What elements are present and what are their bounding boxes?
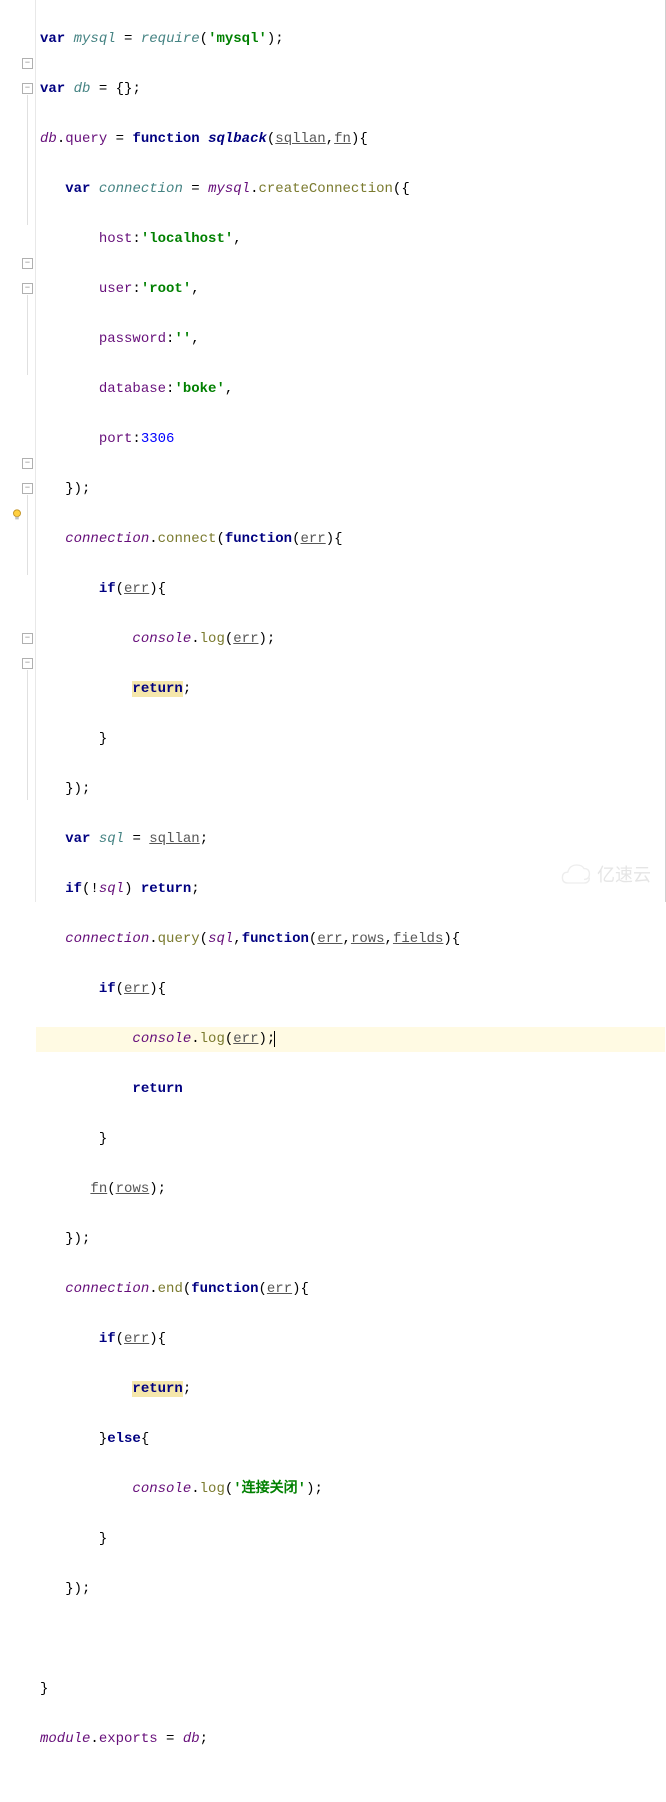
code-line[interactable]: } [36, 1677, 665, 1702]
code-line[interactable]: var mysql = require('mysql'); [36, 27, 665, 52]
code-line[interactable]: password:'', [36, 327, 665, 352]
code-line[interactable]: } [36, 1127, 665, 1152]
code-line[interactable]: var connection = mysql.createConnection(… [36, 177, 665, 202]
fold-toggle-icon[interactable]: − [22, 658, 33, 669]
lightbulb-icon[interactable] [10, 508, 24, 522]
code-line[interactable]: console.log('连接关闭'); [36, 1477, 665, 1502]
cloud-icon [557, 862, 593, 886]
code-line[interactable]: connection.query(sql,function(err,rows,f… [36, 927, 665, 952]
fold-toggle-icon[interactable]: − [22, 58, 33, 69]
code-line[interactable]: if(err){ [36, 977, 665, 1002]
code-line[interactable]: fn(rows); [36, 1177, 665, 1202]
gutter: − − − − − − − − [0, 0, 36, 902]
code-line[interactable]: }); [36, 477, 665, 502]
code-line[interactable]: module.exports = db; [36, 1727, 665, 1752]
code-line[interactable]: console.log(err); [36, 627, 665, 652]
code-line[interactable]: }); [36, 1227, 665, 1252]
code-line[interactable] [36, 1627, 665, 1652]
code-line[interactable]: }); [36, 1577, 665, 1602]
code-line[interactable]: } [36, 727, 665, 752]
code-line[interactable]: host:'localhost', [36, 227, 665, 252]
code-line[interactable]: if(err){ [36, 577, 665, 602]
code-line-active[interactable]: console.log(err); [36, 1027, 665, 1052]
code-line[interactable]: if(err){ [36, 1327, 665, 1352]
fold-toggle-icon[interactable]: − [22, 483, 33, 494]
fold-toggle-icon[interactable]: − [22, 283, 33, 294]
watermark: 亿速云 [557, 861, 651, 887]
fold-toggle-icon[interactable]: − [22, 258, 33, 269]
code-line[interactable]: return; [36, 677, 665, 702]
code-line[interactable]: var sql = sqllan; [36, 827, 665, 852]
code-line[interactable]: connection.end(function(err){ [36, 1277, 665, 1302]
code-content[interactable]: var mysql = require('mysql'); var db = {… [36, 0, 665, 902]
fold-toggle-icon[interactable]: − [22, 83, 33, 94]
code-line[interactable]: port:3306 [36, 427, 665, 452]
code-line[interactable]: var db = {}; [36, 77, 665, 102]
code-line[interactable]: }else{ [36, 1427, 665, 1452]
code-line[interactable]: return; [36, 1377, 665, 1402]
fold-toggle-icon[interactable]: − [22, 633, 33, 644]
code-line[interactable]: } [36, 1527, 665, 1552]
fold-toggle-icon[interactable]: − [22, 458, 33, 469]
code-line[interactable]: db.query = function sqlback(sqllan,fn){ [36, 127, 665, 152]
code-line[interactable]: }); [36, 777, 665, 802]
code-line[interactable]: return [36, 1077, 665, 1102]
code-line[interactable]: user:'root', [36, 277, 665, 302]
code-editor[interactable]: − − − − − − − − var mysql = require('mys… [0, 0, 666, 902]
code-line[interactable]: connection.connect(function(err){ [36, 527, 665, 552]
code-line[interactable]: database:'boke', [36, 377, 665, 402]
